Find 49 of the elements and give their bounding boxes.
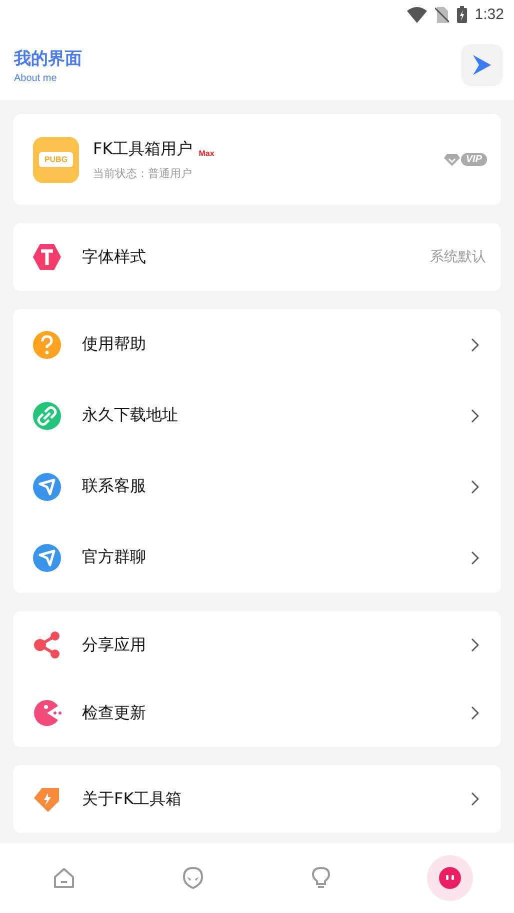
menu-item[interactable]: 分享应用 — [13, 611, 501, 680]
battery-icon — [456, 6, 467, 24]
menu-item[interactable]: 关于FK工具箱 — [13, 765, 501, 834]
menu-label: 字体样式 — [82, 246, 147, 268]
chevron-right-icon — [471, 338, 479, 352]
menu-item[interactable]: 联系客服 — [13, 451, 501, 522]
alien-icon — [180, 866, 205, 890]
paper-plane-icon — [32, 472, 62, 502]
chevron-right-icon — [471, 408, 479, 423]
page-title: 我的界面 — [14, 48, 82, 70]
user-status: 当前状态：普通用户 — [93, 166, 193, 181]
wifi-icon — [406, 6, 427, 23]
avatar-label: PUBG — [39, 152, 73, 168]
menu-item[interactable]: 官方群聊 — [13, 522, 501, 594]
question-icon — [32, 330, 62, 360]
menu-label: 分享应用 — [82, 634, 147, 656]
chevron-right-icon — [471, 792, 479, 806]
paper-plane-icon — [32, 542, 62, 573]
letter-t-icon — [32, 242, 62, 272]
menu-label: 官方群聊 — [82, 547, 147, 568]
chevron-right-icon — [471, 638, 479, 652]
vip-label: VIP — [460, 153, 487, 166]
menu-value: 系统默认 — [430, 248, 486, 266]
menu-item[interactable]: 字体样式 系统默认 — [13, 223, 501, 292]
diamond-icon — [444, 154, 460, 166]
link-icon — [32, 400, 62, 431]
play-button[interactable] — [461, 44, 503, 86]
chevron-right-icon — [471, 706, 479, 720]
no-sim-icon — [434, 6, 449, 23]
face-icon — [438, 866, 462, 890]
share-icon — [32, 630, 62, 660]
clock-time: 1:32 — [474, 6, 504, 24]
profile-card[interactable]: PUBG FK工具箱用户 Max 当前状态：普通用户 VIP — [13, 114, 501, 206]
menu-label: 永久下载地址 — [82, 405, 179, 426]
page-subtitle: About me — [14, 72, 58, 84]
menu-label: 关于FK工具箱 — [82, 788, 183, 810]
menu-item[interactable]: 使用帮助 — [13, 309, 501, 380]
home-icon — [52, 866, 76, 890]
pacman-icon — [32, 698, 62, 728]
menu-label: 检查更新 — [82, 702, 147, 724]
menu-item[interactable]: 永久下载地址 — [13, 380, 501, 452]
user-name: FK工具箱用户 — [93, 138, 193, 160]
chevron-right-icon — [471, 480, 479, 494]
chevron-right-icon — [471, 550, 479, 565]
menu-item[interactable]: 检查更新 — [13, 679, 501, 748]
menu-label: 联系客服 — [82, 476, 147, 498]
play-icon — [471, 53, 493, 78]
tier-label: Max — [198, 148, 214, 158]
menu-label: 使用帮助 — [82, 334, 147, 356]
